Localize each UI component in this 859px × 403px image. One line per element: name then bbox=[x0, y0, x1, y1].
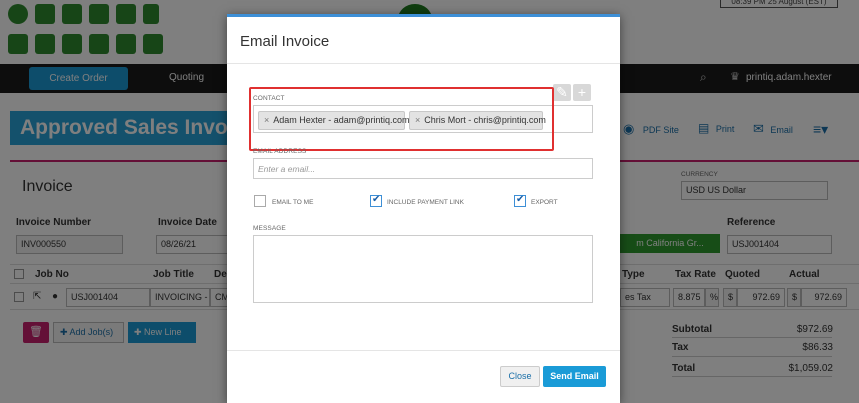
modal-title: Email Invoice bbox=[240, 33, 330, 50]
divider bbox=[227, 63, 620, 64]
add-contact-icon[interactable]: + bbox=[573, 84, 591, 101]
checkmark-icon: ✔ bbox=[372, 194, 381, 205]
checkmark-icon: ✔ bbox=[516, 194, 525, 205]
email-invoice-modal: Email Invoice ✎ + CONTACT × Adam Hexter -… bbox=[227, 14, 620, 403]
email-address-label: EMAIL ADDRESS bbox=[253, 148, 307, 155]
contact-highlight bbox=[249, 87, 554, 151]
include-payment-link-checkbox[interactable]: ✔ bbox=[370, 194, 382, 207]
export-label: EXPORT bbox=[531, 199, 558, 206]
close-button[interactable]: Close bbox=[500, 366, 540, 387]
include-payment-link-label: INCLUDE PAYMENT LINK bbox=[387, 199, 464, 206]
divider bbox=[227, 350, 620, 351]
email-to-me-checkbox[interactable] bbox=[254, 195, 266, 207]
email-to-me-label: EMAIL TO ME bbox=[272, 199, 314, 206]
message-label: MESSAGE bbox=[253, 225, 286, 232]
send-email-button[interactable]: Send Email bbox=[543, 366, 606, 387]
export-checkbox[interactable]: ✔ bbox=[514, 194, 526, 207]
message-textarea[interactable] bbox=[253, 235, 593, 303]
edit-contact-icon[interactable]: ✎ bbox=[553, 84, 571, 101]
email-address-input[interactable] bbox=[253, 158, 593, 179]
